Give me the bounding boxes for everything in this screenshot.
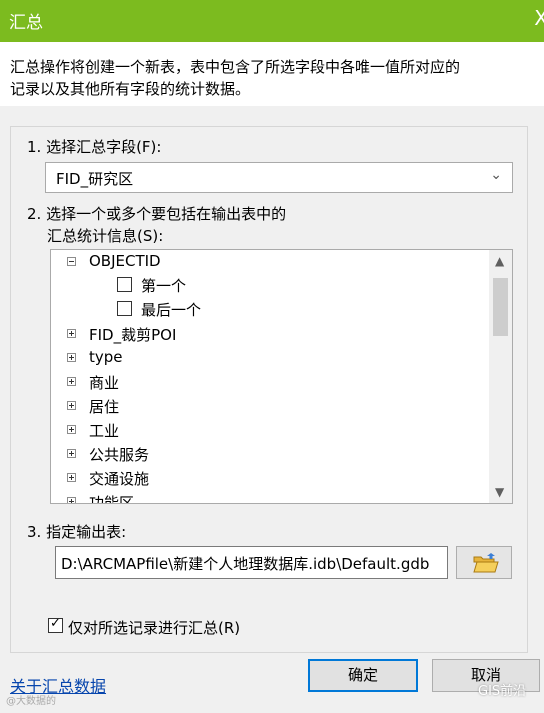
description-line-2: 记录以及其他所有字段的统计数据。	[10, 80, 251, 98]
description-line-1: 汇总操作将创建一个新表，表中包含了所选字段中各唯一值所对应的	[10, 58, 461, 76]
statistics-tree[interactable]: OBJECTID 第一个 最后一个 FID_裁剪POI type 商业 居住 工…	[50, 249, 513, 504]
description-area: 汇总操作将创建一个新表，表中包含了所选字段中各唯一值所对应的 记录以及其他所有字…	[0, 42, 544, 106]
tree-node-commercial[interactable]: 商业	[51, 371, 491, 393]
watermark-right: GIS前沿	[478, 684, 527, 699]
tree-node-label: 居住	[89, 398, 120, 416]
tree-node-label: type	[89, 348, 123, 366]
browse-button[interactable]	[456, 546, 512, 579]
checkbox-first[interactable]	[117, 277, 132, 292]
tree-node-objectid[interactable]: OBJECTID	[51, 251, 491, 273]
step1-label: 1. 选择汇总字段(F):	[27, 138, 162, 156]
tree-node-label: 交通设施	[89, 470, 150, 488]
summary-field-dropdown[interactable]: FID_研究区 ⌄	[45, 162, 513, 193]
tree-node-label: 商业	[89, 374, 120, 392]
tree-child-label: 最后一个	[141, 301, 202, 319]
tree-node-label: 公共服务	[89, 446, 150, 464]
check-icon: ✓	[50, 616, 61, 631]
tree-node-type[interactable]: type	[51, 347, 491, 369]
tree-node-label: 功能区	[89, 494, 135, 504]
expand-icon[interactable]	[67, 425, 76, 434]
summary-field-value: FID_研究区	[56, 170, 134, 188]
ok-button[interactable]: 确定	[308, 659, 418, 692]
tree-child-last[interactable]: 最后一个	[51, 298, 491, 320]
watermark-left: @大数据的	[6, 696, 56, 707]
folder-open-icon	[473, 553, 499, 573]
tree-scrollbar[interactable]: ▲ ▼	[489, 250, 512, 503]
expand-icon[interactable]	[67, 449, 76, 458]
output-table-value: D:\ARCMAPfile\新建个人地理数据库.idb\Default.gdb	[61, 555, 430, 573]
tree-node-public-service[interactable]: 公共服务	[51, 443, 491, 465]
title-bar: 汇总 X	[0, 0, 544, 42]
tree-node-residential[interactable]: 居住	[51, 395, 491, 417]
tree-node-function-zone[interactable]: 功能区	[51, 491, 491, 504]
tree-node-label: OBJECTID	[89, 252, 161, 270]
expand-icon[interactable]	[67, 329, 76, 338]
expand-icon[interactable]	[67, 377, 76, 386]
tree-child-first[interactable]: 第一个	[51, 274, 491, 296]
expand-icon[interactable]	[67, 497, 76, 503]
selected-only-label: 仅对所选记录进行汇总(R)	[68, 619, 241, 637]
tree-node-transport[interactable]: 交通设施	[51, 467, 491, 489]
step2-label-line1: 2. 选择一个或多个要包括在输出表中的	[27, 205, 287, 223]
expand-icon[interactable]	[67, 473, 76, 482]
selected-only-checkbox[interactable]: ✓	[48, 616, 63, 633]
chevron-down-icon: ⌄	[490, 167, 502, 183]
step2-label-line2: 汇总统计信息(S):	[47, 227, 164, 245]
scroll-down-icon[interactable]: ▼	[495, 485, 504, 499]
tree-child-label: 第一个	[141, 277, 187, 295]
step3-label: 3. 指定输出表:	[27, 523, 127, 541]
expand-icon[interactable]	[67, 401, 76, 410]
tree-node-fid-clip-poi[interactable]: FID_裁剪POI	[51, 323, 491, 345]
output-table-field[interactable]: D:\ARCMAPfile\新建个人地理数据库.idb\Default.gdb	[55, 546, 448, 579]
tree-node-label: 工业	[89, 422, 120, 440]
window-title: 汇总	[9, 13, 43, 33]
scroll-up-icon[interactable]: ▲	[495, 254, 504, 268]
close-icon[interactable]: X	[534, 6, 544, 30]
tree-node-label: FID_裁剪POI	[89, 326, 177, 344]
collapse-icon[interactable]	[67, 257, 76, 266]
tree-node-industrial[interactable]: 工业	[51, 419, 491, 441]
checkbox-last[interactable]	[117, 301, 132, 316]
expand-icon[interactable]	[67, 353, 76, 362]
scrollbar-thumb[interactable]	[493, 278, 508, 336]
